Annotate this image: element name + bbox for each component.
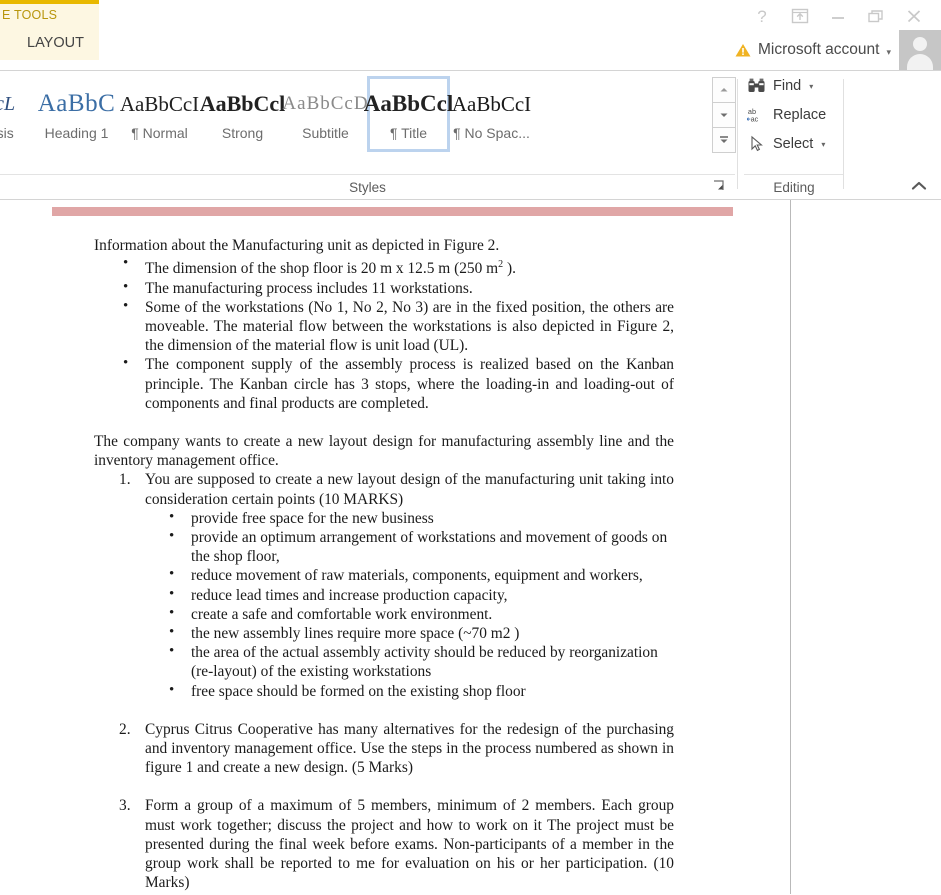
replace-button[interactable]: ab ac Replace [744, 100, 844, 129]
document-page[interactable]: Information about the Manufacturing unit… [0, 200, 791, 894]
style-tile-title[interactable]: AaBbCcl ¶ Title [363, 76, 454, 152]
chevron-down-icon[interactable]: ▾ [886, 47, 891, 57]
paragraph-company: The company wants to create a new layout… [94, 432, 674, 470]
collapse-ribbon-chevron[interactable] [907, 175, 931, 197]
style-name: Strong [221, 125, 264, 141]
list-item: Some of the workstations (No 1, No 2, No… [94, 297, 674, 356]
list-item-3: Form a group of a maximum of 5 members, … [119, 796, 674, 892]
close-icon[interactable] [895, 1, 933, 31]
paragraph-lead: Information about the Manufacturing unit… [94, 237, 500, 254]
scroll-up-icon[interactable] [713, 78, 735, 103]
ribbon: bCcL phasis AaBbC Heading 1 AaBbCcI ¶ No… [0, 70, 941, 200]
list-item: the area of the actual assembly activity… [145, 642, 674, 681]
title-bar: E TOOLS LAYOUT ? Microsoft account ▾ [0, 0, 941, 70]
style-sample: AaBbCcI [119, 92, 200, 116]
style-sample: AaBbCcI [451, 92, 532, 116]
document-body[interactable]: Information about the Manufacturing unit… [94, 236, 674, 892]
account-label: Microsoft account [758, 41, 880, 58]
avatar[interactable] [899, 30, 941, 70]
style-sample: AaBbC [37, 90, 116, 117]
style-sample: bCcL [0, 93, 16, 115]
numbered-list-continued: Form a group of a maximum of 5 members, … [94, 796, 674, 892]
chevron-down-icon[interactable]: ▾ [821, 140, 825, 149]
replace-label: Replace [773, 106, 827, 123]
select-cursor-icon [747, 134, 767, 154]
sub-bullet-list: provide free space for the new business … [145, 508, 674, 701]
chevron-down-icon[interactable]: ▾ [809, 82, 813, 91]
svg-text:ac: ac [751, 114, 759, 123]
group-divider-left [737, 79, 738, 189]
find-label: Find [773, 77, 802, 94]
style-name: ¶ Title [389, 125, 428, 141]
style-sample: AaBbCcD [282, 93, 369, 114]
replace-icon: ab ac [747, 105, 767, 125]
list-item: The manufacturing process includes 11 wo… [94, 278, 674, 298]
list-item: free space should be formed on the exist… [145, 681, 674, 701]
style-tile-heading-1[interactable]: AaBbC Heading 1 [35, 76, 118, 152]
window-controls: ? [743, 0, 933, 32]
restore-icon[interactable] [857, 1, 895, 31]
bullet-list-top: The dimension of the shop floor is 20 m … [94, 254, 674, 413]
tab-layout[interactable]: LAYOUT [0, 26, 99, 60]
style-name: phasis [0, 125, 14, 141]
style-tile-emphasis[interactable]: bCcL phasis [0, 76, 35, 152]
select-button[interactable]: Select ▾ [744, 129, 844, 158]
editing-group-label: Editing [773, 180, 815, 195]
document-area[interactable]: Information about the Manufacturing unit… [0, 200, 941, 894]
select-label: Select [773, 135, 814, 152]
list-item: The component supply of the assembly pro… [94, 354, 674, 413]
highlight-bar [52, 207, 733, 216]
style-name: ¶ No Spac... [453, 125, 530, 141]
style-tile-subtitle[interactable]: AaBbCcD Subtitle [282, 76, 369, 152]
list-item: reduce movement of raw materials, compon… [145, 565, 674, 585]
account-area[interactable]: Microsoft account ▾ [734, 30, 941, 70]
styles-gallery-scroll[interactable] [712, 77, 736, 153]
styles-group: bCcL phasis AaBbC Heading 1 AaBbCcI ¶ No… [0, 71, 736, 200]
style-sample: AaBbCcl [363, 91, 454, 116]
minimize-icon[interactable] [819, 1, 857, 31]
dialog-launcher-icon[interactable] [712, 179, 726, 193]
style-name: Subtitle [302, 125, 349, 141]
list-item: the new assembly lines require more spac… [145, 623, 674, 643]
styles-group-label: Styles [349, 180, 386, 195]
help-button[interactable]: ? [743, 1, 781, 31]
list-item: The dimension of the shop floor is 20 m … [94, 254, 674, 278]
binoculars-icon [747, 76, 767, 96]
style-tile-no-spacing[interactable]: AaBbCcI ¶ No Spac... [450, 76, 533, 152]
list-item: provide an optimum arrangement of workst… [145, 527, 674, 566]
list-item: create a safe and comfortable work envir… [145, 604, 674, 624]
contextual-tab-group-label: E TOOLS [0, 4, 99, 26]
style-name: Heading 1 [44, 125, 109, 141]
style-sample: AaBbCcl [199, 91, 286, 116]
styles-group-footer: Styles [0, 174, 735, 200]
more-styles-icon[interactable] [713, 128, 735, 152]
group-divider-right [843, 79, 844, 189]
editing-group-footer: Editing [744, 174, 844, 200]
styles-gallery[interactable]: bCcL phasis AaBbC Heading 1 AaBbCcI ¶ No… [0, 76, 533, 152]
style-tile-strong[interactable]: AaBbCcl Strong [199, 76, 286, 152]
find-button[interactable]: Find ▾ [744, 71, 844, 100]
list-item-1: You are supposed to create a new layout … [94, 470, 674, 719]
numbered-list: You are supposed to create a new layout … [94, 470, 674, 777]
ribbon-display-options-icon[interactable] [781, 1, 819, 31]
list-item: provide free space for the new business [145, 508, 674, 528]
style-name: ¶ Normal [131, 125, 188, 141]
scroll-down-icon[interactable] [713, 103, 735, 128]
bullet-text-1: The dimension of the shop floor is 20 m … [145, 259, 516, 278]
style-tile-normal[interactable]: AaBbCcI ¶ Normal [118, 76, 201, 152]
list-item: reduce lead times and increase productio… [145, 585, 674, 605]
warning-triangle-icon [734, 42, 752, 58]
list-item-2: Cyprus Citrus Cooperative has many alter… [119, 720, 674, 777]
item-1-text: You are supposed to create a new layout … [145, 471, 674, 508]
